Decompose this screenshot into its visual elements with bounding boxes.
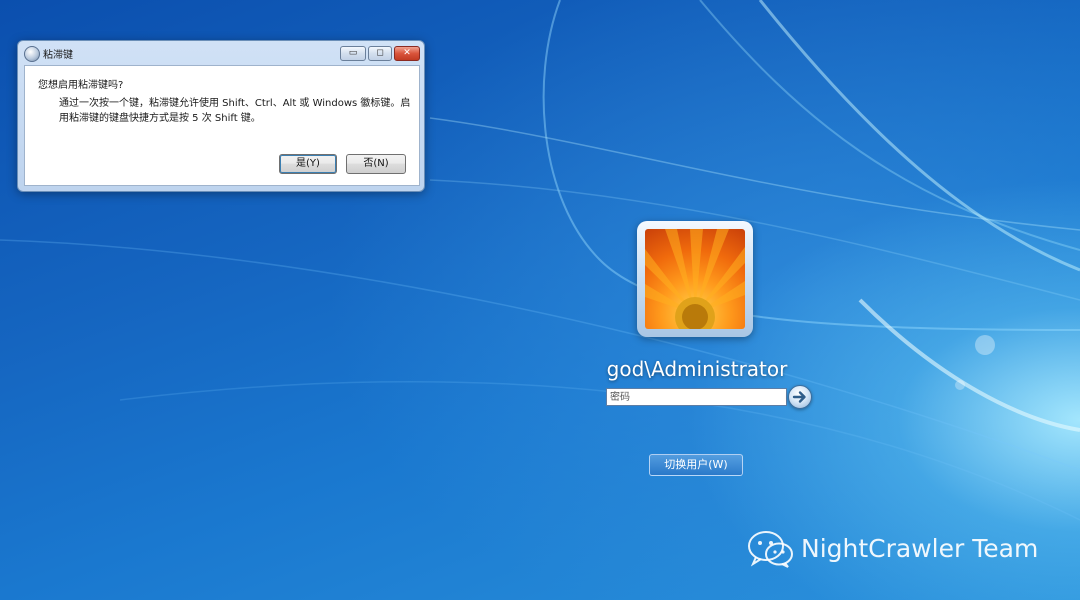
dialog-title: 粘滞键 bbox=[43, 50, 73, 61]
switch-user-button[interactable]: 切换用户(W) bbox=[649, 454, 743, 476]
sticky-keys-dialog: 粘滞键 ▭ ◻ ✕ 您想启用粘滞键吗? 通过一次按一个键，粘滞键允许使用 Shi… bbox=[17, 40, 425, 192]
watermark-text: NightCrawler Team bbox=[801, 534, 1039, 563]
flower-icon bbox=[645, 229, 745, 329]
arrow-right-icon bbox=[792, 391, 806, 403]
no-button[interactable]: 否(N) bbox=[346, 154, 406, 174]
accessibility-icon bbox=[24, 46, 40, 62]
dialog-body: 您想启用粘滞键吗? 通过一次按一个键，粘滞键允许使用 Shift、Ctrl、Al… bbox=[24, 65, 420, 186]
dialog-question: 您想启用粘滞键吗? bbox=[38, 80, 124, 91]
submit-login-button[interactable] bbox=[788, 385, 812, 409]
user-avatar bbox=[637, 221, 753, 337]
dialog-titlebar[interactable]: 粘滞键 ▭ ◻ ✕ bbox=[18, 41, 424, 65]
yes-button[interactable]: 是(Y) bbox=[279, 154, 337, 174]
avatar-flower-picture bbox=[645, 229, 745, 329]
username-label: god\Administrator bbox=[606, 357, 788, 381]
dialog-message: 通过一次按一个键，粘滞键允许使用 Shift、Ctrl、Alt 或 Window… bbox=[59, 98, 411, 124]
close-button[interactable]: ✕ bbox=[394, 46, 420, 61]
minimize-button[interactable]: ▭ bbox=[340, 46, 366, 61]
password-field[interactable] bbox=[606, 388, 787, 406]
watermark: NightCrawler Team bbox=[747, 528, 1067, 568]
wechat-icon bbox=[748, 531, 793, 568]
maximize-button[interactable]: ◻ bbox=[368, 46, 392, 61]
